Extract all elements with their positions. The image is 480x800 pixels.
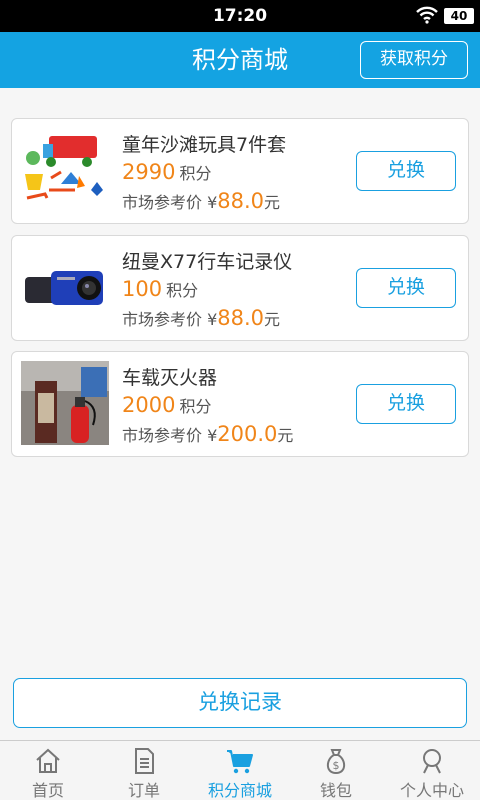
product-card: 车载灭火器 2000 积分 市场参考价 ¥200.0元 兑换 bbox=[11, 351, 469, 457]
person-icon bbox=[423, 749, 441, 774]
market-price-row: 市场参考价 ¥88.0元 bbox=[122, 189, 280, 213]
product-image-beach-toys bbox=[21, 128, 109, 212]
home-icon bbox=[36, 748, 60, 773]
tab-label: 积分商城 bbox=[207, 781, 272, 800]
product-card: 纽曼X77行车记录仪 100 积分 市场参考价 ¥88.0元 兑换 bbox=[11, 235, 469, 341]
status-bar: 17:20 40 bbox=[0, 0, 480, 32]
product-image-dashcam bbox=[21, 245, 109, 329]
document-icon bbox=[135, 748, 154, 774]
points-row: 2990 积分 bbox=[122, 160, 211, 184]
earn-points-button[interactable]: 获取积分 bbox=[360, 41, 468, 79]
product-name: 纽曼X77行车记录仪 bbox=[122, 251, 293, 273]
tab-wallet[interactable]: $ 钱包 bbox=[288, 741, 384, 800]
tab-points-mall[interactable]: 积分商城 bbox=[192, 741, 288, 800]
market-price-row: 市场参考价 ¥88.0元 bbox=[122, 306, 280, 330]
redeem-button[interactable]: 兑换 bbox=[356, 384, 456, 424]
price-unit: 元 bbox=[264, 193, 281, 212]
bottom-tab-bar: 首页 订单 积分商城 $ 钱包 个人中心 bbox=[0, 740, 480, 800]
product-name: 车载灭火器 bbox=[122, 367, 218, 389]
market-price-label: 市场参考价 ¥ bbox=[122, 426, 218, 445]
points-unit: 积分 bbox=[166, 281, 199, 300]
wifi-icon bbox=[416, 6, 438, 24]
points-row: 2000 积分 bbox=[122, 393, 211, 417]
tab-profile[interactable]: 个人中心 bbox=[384, 741, 480, 800]
app-header: 积分商城 获取积分 bbox=[0, 32, 480, 88]
market-price: 88.0 bbox=[217, 306, 265, 330]
status-time: 17:20 bbox=[212, 6, 268, 26]
exchange-record-button[interactable]: 兑换记录 bbox=[13, 678, 467, 728]
money-bag-icon: $ bbox=[326, 749, 346, 775]
points-unit: 积分 bbox=[179, 397, 212, 416]
battery-indicator: 40 bbox=[444, 8, 474, 24]
price-unit: 元 bbox=[277, 426, 294, 445]
product-image-fire-extinguisher bbox=[21, 361, 109, 445]
tab-label: 首页 bbox=[31, 781, 64, 800]
redeem-button[interactable]: 兑换 bbox=[356, 268, 456, 308]
product-card: 童年沙滩玩具7件套 2990 积分 市场参考价 ¥88.0元 兑换 bbox=[11, 118, 469, 224]
market-price: 200.0 bbox=[217, 422, 278, 446]
tab-orders[interactable]: 订单 bbox=[96, 741, 192, 800]
market-price-label: 市场参考价 ¥ bbox=[122, 193, 218, 212]
tab-label: 个人中心 bbox=[399, 781, 464, 800]
market-price-row: 市场参考价 ¥200.0元 bbox=[122, 422, 293, 446]
tab-home[interactable]: 首页 bbox=[0, 741, 96, 800]
market-price-label: 市场参考价 ¥ bbox=[122, 310, 218, 329]
points-row: 100 积分 bbox=[122, 277, 198, 301]
svg-text:$: $ bbox=[333, 759, 340, 772]
product-points: 2990 bbox=[122, 160, 176, 184]
product-points: 2000 bbox=[122, 393, 176, 417]
tab-label: 钱包 bbox=[319, 781, 352, 800]
product-name: 童年沙滩玩具7件套 bbox=[122, 134, 287, 156]
price-unit: 元 bbox=[264, 310, 281, 329]
redeem-button[interactable]: 兑换 bbox=[356, 151, 456, 191]
tab-label: 订单 bbox=[127, 781, 160, 800]
cart-icon bbox=[227, 750, 253, 774]
market-price: 88.0 bbox=[217, 189, 265, 213]
product-points: 100 bbox=[122, 277, 163, 301]
points-unit: 积分 bbox=[179, 164, 212, 183]
